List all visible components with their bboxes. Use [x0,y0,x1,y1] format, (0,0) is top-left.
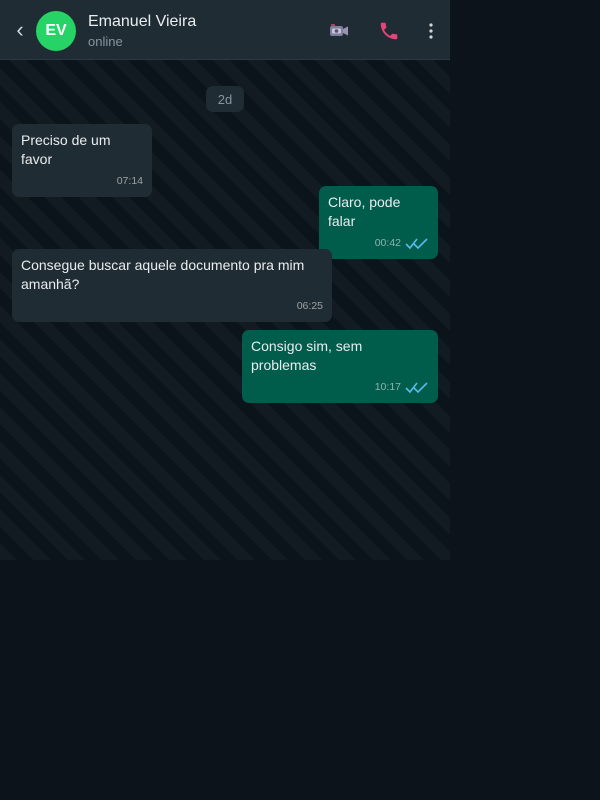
chat-window: ‹ EV Emanuel Vieira online 2d Preciso de… [0,0,450,560]
message-text: Consegue buscar aquele documento pra mim… [21,257,305,292]
message-bubble-outgoing[interactable]: Claro, pode falar 00:42 [319,186,438,259]
video-camera-icon[interactable] [328,20,350,42]
message-time: 06:25 [296,300,323,312]
message-text: Consigo sim, sem problemas [251,338,363,373]
double-check-icon [405,237,429,251]
message-time: 10:17 [374,381,401,393]
phone-call-icon[interactable] [378,20,400,42]
more-vertical-icon[interactable] [420,20,442,42]
message-bubble-incoming[interactable]: Consegue buscar aquele documento pra mim… [12,249,332,322]
message-text: Claro, pode falar [328,194,401,229]
message-bubble-outgoing[interactable]: Consigo sim, sem problemas 10:17 [242,330,438,403]
message-area[interactable]: 2d Preciso de um favor 07:14 Claro, pode… [0,60,450,560]
back-button[interactable]: ‹ [12,19,28,41]
message-time: 07:14 [116,175,143,187]
double-check-icon [405,381,429,395]
contact-status: online [88,34,123,49]
contact-name[interactable]: Emanuel Vieira [88,13,196,31]
message-time: 00:42 [374,237,401,249]
message-bubble-incoming[interactable]: Preciso de um favor 07:14 [12,124,152,197]
chat-header: ‹ EV Emanuel Vieira online [0,0,450,60]
message-text: Preciso de um favor [21,132,111,167]
avatar[interactable]: EV [36,11,76,51]
date-chip: 2d [206,86,244,112]
